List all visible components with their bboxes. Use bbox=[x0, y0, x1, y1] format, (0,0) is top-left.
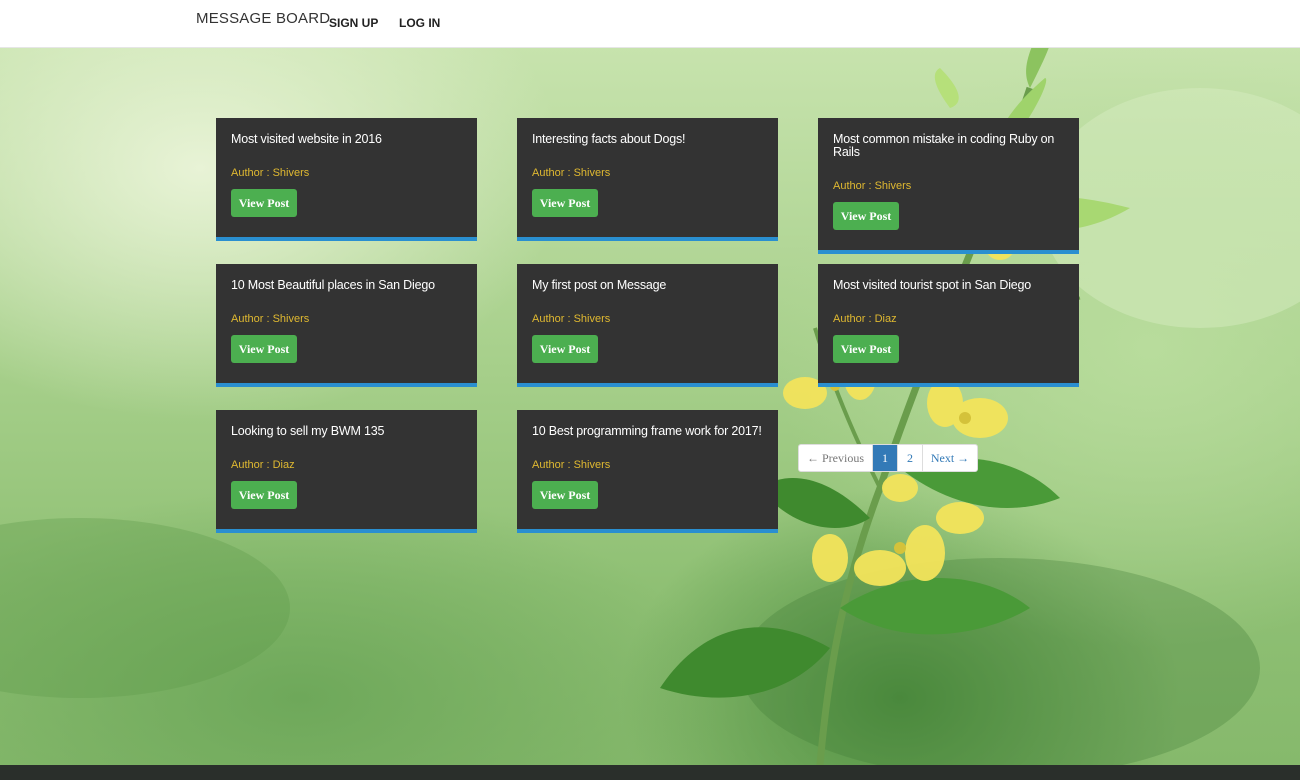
post-title: Looking to sell my BWM 135 bbox=[231, 424, 385, 438]
post-author: Author : Shivers bbox=[532, 167, 763, 179]
previous-page-link[interactable]: ← Previous bbox=[799, 445, 872, 471]
post-author: Author : Shivers bbox=[231, 167, 462, 179]
top-navbar: MESSAGE BOARD SIGN UP LOG IN bbox=[0, 0, 1300, 48]
author-label: Author : bbox=[231, 313, 273, 325]
author-label: Author : bbox=[231, 459, 273, 471]
author-label: Author : bbox=[532, 167, 574, 179]
post-card: Interesting facts about Dogs! Author : S… bbox=[517, 118, 778, 241]
post-author: Author : Shivers bbox=[833, 180, 1064, 192]
author-label: Author : bbox=[532, 459, 574, 471]
post-card: 10 Best programming frame work for 2017!… bbox=[517, 410, 778, 533]
view-post-button[interactable]: View Post bbox=[231, 189, 297, 217]
log-in-link[interactable]: LOG IN bbox=[399, 16, 440, 30]
author-name: Diaz bbox=[272, 459, 295, 471]
post-card: 10 Most Beautiful places in San Diego Au… bbox=[216, 264, 477, 387]
post-author: Author : Diaz bbox=[833, 313, 1064, 325]
author-name: Shivers bbox=[573, 167, 611, 179]
post-title: Interesting facts about Dogs! bbox=[532, 132, 686, 146]
view-post-button[interactable]: View Post bbox=[231, 335, 297, 363]
author-label: Author : bbox=[231, 167, 273, 179]
post-title: 10 Best programming frame work for 2017! bbox=[532, 424, 762, 438]
footer-strip bbox=[0, 765, 1300, 780]
author-label: Author : bbox=[833, 313, 875, 325]
author-name: Shivers bbox=[272, 313, 310, 325]
view-post-button[interactable]: View Post bbox=[532, 335, 598, 363]
post-author: Author : Diaz bbox=[231, 459, 462, 471]
page-1-link[interactable]: 1 bbox=[872, 445, 897, 471]
author-name: Shivers bbox=[874, 180, 912, 192]
view-post-button[interactable]: View Post bbox=[231, 481, 297, 509]
view-post-button[interactable]: View Post bbox=[532, 481, 598, 509]
post-title: Most common mistake in coding Ruby on Ra… bbox=[833, 132, 1055, 159]
page-2-link[interactable]: 2 bbox=[897, 445, 922, 471]
post-card: Looking to sell my BWM 135 Author : Diaz… bbox=[216, 410, 477, 533]
post-title: My first post on Message bbox=[532, 278, 667, 292]
post-card: Most visited tourist spot in San Diego A… bbox=[818, 264, 1079, 387]
post-author: Author : Shivers bbox=[231, 313, 462, 325]
post-card: Most visited website in 2016 Author : Sh… bbox=[216, 118, 477, 241]
view-post-button[interactable]: View Post bbox=[833, 202, 899, 230]
post-title: Most visited website in 2016 bbox=[231, 132, 382, 146]
pagination: ← Previous 1 2 Next → bbox=[798, 444, 978, 472]
view-post-button[interactable]: View Post bbox=[532, 189, 598, 217]
post-title: Most visited tourist spot in San Diego bbox=[833, 278, 1032, 292]
post-author: Author : Shivers bbox=[532, 313, 763, 325]
author-name: Shivers bbox=[573, 459, 611, 471]
post-author: Author : Shivers bbox=[532, 459, 763, 471]
author-name: Shivers bbox=[272, 167, 310, 179]
post-card: My first post on Message Author : Shiver… bbox=[517, 264, 778, 387]
brand-link[interactable]: MESSAGE BOARD bbox=[196, 10, 330, 27]
post-card: Most common mistake in coding Ruby on Ra… bbox=[818, 118, 1079, 254]
author-name: Shivers bbox=[573, 313, 611, 325]
view-post-button[interactable]: View Post bbox=[833, 335, 899, 363]
sign-up-link[interactable]: SIGN UP bbox=[329, 16, 378, 30]
next-page-link[interactable]: Next → bbox=[922, 445, 977, 471]
author-label: Author : bbox=[532, 313, 574, 325]
post-title: 10 Most Beautiful places in San Diego bbox=[231, 278, 435, 292]
author-name: Diaz bbox=[874, 313, 897, 325]
author-label: Author : bbox=[833, 180, 875, 192]
